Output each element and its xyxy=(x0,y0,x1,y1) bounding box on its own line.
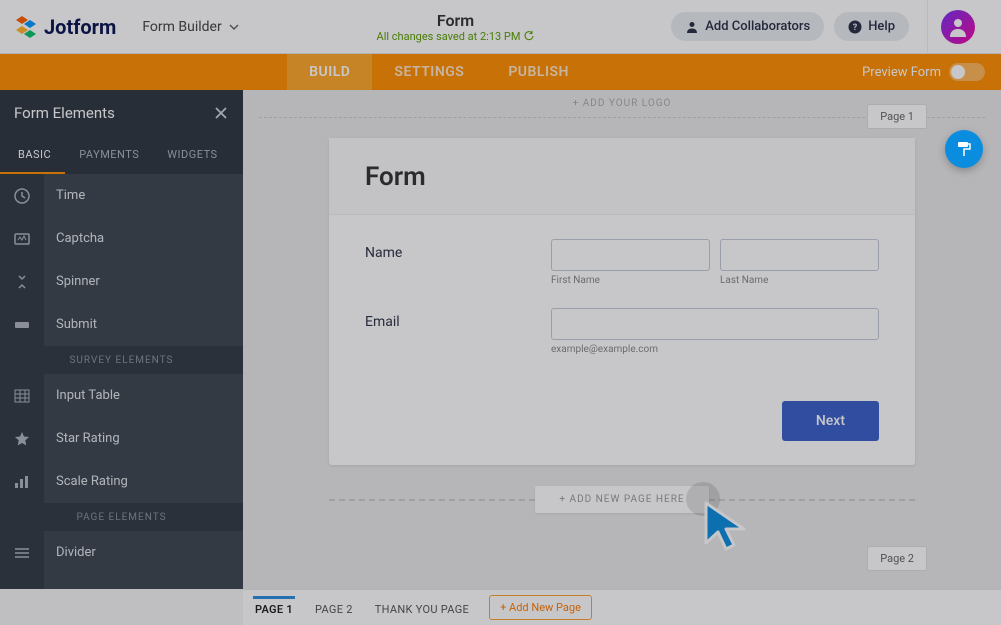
sidebar-tabs: BASIC PAYMENTS WIDGETS xyxy=(0,136,243,174)
page-navigation-bar: PAGE 1 PAGE 2 THANK YOU PAGE + Add New P… xyxy=(243,589,1001,625)
email-input[interactable] xyxy=(551,308,879,340)
avatar-wrap xyxy=(927,0,987,54)
logo[interactable]: Jotform xyxy=(14,15,116,39)
add-new-page-button[interactable]: + Add New Page xyxy=(489,595,592,620)
name-label: Name xyxy=(365,239,551,286)
preview-toggle[interactable]: Preview Form xyxy=(862,63,985,81)
page-nav-thankyou[interactable]: THANK YOU PAGE xyxy=(373,596,471,620)
element-divider[interactable]: Divider xyxy=(0,531,243,574)
table-icon xyxy=(13,387,31,405)
design-fab-button[interactable] xyxy=(945,130,983,168)
page-chip-2: Page 2 xyxy=(867,546,927,571)
email-sublabel: example@example.com xyxy=(551,344,879,355)
last-name-input[interactable] xyxy=(720,239,879,271)
element-time[interactable]: Time xyxy=(0,174,243,217)
form-canvas: + ADD YOUR LOGO Page 1 Form Name First N… xyxy=(243,90,1001,589)
button-row: Next xyxy=(329,387,915,465)
save-status: All changes saved at 2:13 PM xyxy=(377,30,535,43)
divider-icon xyxy=(13,544,31,562)
form-card[interactable]: Form Name First Name Last Name Email xyxy=(329,138,915,465)
tab-settings[interactable]: SETTINGS xyxy=(372,54,486,90)
element-captcha[interactable]: Captcha xyxy=(0,217,243,260)
person-icon xyxy=(685,20,699,34)
page-nav-2[interactable]: PAGE 2 xyxy=(313,596,355,620)
form-builder-label: Form Builder xyxy=(142,19,221,35)
captcha-icon xyxy=(13,230,31,248)
element-scale-rating[interactable]: Scale Rating xyxy=(0,460,243,503)
add-page-pill: + ADD NEW PAGE HERE xyxy=(535,486,708,513)
cursor-icon xyxy=(702,499,762,553)
logo-mark-icon xyxy=(14,16,38,38)
element-section-collapse[interactable]: Section Collapse xyxy=(0,574,243,589)
element-star-rating[interactable]: Star Rating xyxy=(0,417,243,460)
form-title: Form xyxy=(365,162,879,192)
close-icon[interactable] xyxy=(213,105,229,121)
submit-icon xyxy=(13,316,31,334)
sidebar-tab-widgets[interactable]: WIDGETS xyxy=(153,136,231,174)
element-spinner[interactable]: Spinner xyxy=(0,260,243,303)
brand-text: Jotform xyxy=(44,15,116,39)
sidebar-header: Form Elements xyxy=(0,90,243,136)
page-nav-1[interactable]: PAGE 1 xyxy=(253,596,295,620)
last-name-sublabel: Last Name xyxy=(720,275,879,286)
next-button[interactable]: Next xyxy=(782,401,879,441)
tab-build[interactable]: BUILD xyxy=(287,54,372,90)
toggle-icon xyxy=(949,63,985,81)
form-body: Name First Name Last Name Email exam xyxy=(329,215,915,387)
topbar-right: Add Collaborators ? Help xyxy=(671,0,987,54)
field-name[interactable]: Name First Name Last Name xyxy=(365,239,879,286)
help-icon: ? xyxy=(848,20,862,34)
paint-roller-icon xyxy=(955,140,973,158)
user-avatar[interactable] xyxy=(941,10,975,44)
help-button[interactable]: ? Help xyxy=(834,12,909,41)
category-survey: SURVEY ELEMENTS xyxy=(0,346,243,374)
element-submit[interactable]: Submit xyxy=(0,303,243,346)
first-name-sublabel: First Name xyxy=(551,275,710,286)
clock-icon xyxy=(13,187,31,205)
form-builder-dropdown[interactable]: Form Builder xyxy=(142,19,239,35)
add-page-dropzone[interactable]: + ADD NEW PAGE HERE xyxy=(329,479,915,519)
category-page: PAGE ELEMENTS xyxy=(0,503,243,531)
email-label: Email xyxy=(365,308,551,355)
star-icon xyxy=(13,430,31,448)
page-chip-1: Page 1 xyxy=(867,104,927,129)
refresh-icon xyxy=(524,31,534,41)
svg-text:?: ? xyxy=(853,23,858,33)
element-input-table[interactable]: Input Table xyxy=(0,374,243,417)
sidebar-title: Form Elements xyxy=(14,104,115,122)
form-header[interactable]: Form xyxy=(329,138,915,215)
elements-list: Time Captcha Spinner Submit SURVEY ELEME… xyxy=(0,174,243,589)
collapse-icon xyxy=(13,587,31,590)
avatar-icon xyxy=(946,15,970,39)
elements-sidebar: Form Elements BASIC PAYMENTS WIDGETS Tim… xyxy=(0,90,243,589)
title-area: Form All changes saved at 2:13 PM xyxy=(240,11,672,43)
sidebar-tab-basic[interactable]: BASIC xyxy=(0,136,65,174)
add-collaborators-button[interactable]: Add Collaborators xyxy=(671,12,824,41)
main-tabbar: BUILD SETTINGS PUBLISH Preview Form xyxy=(0,54,1001,90)
field-email[interactable]: Email example@example.com xyxy=(365,308,879,355)
spinner-icon xyxy=(13,273,31,291)
scale-icon xyxy=(13,473,31,491)
first-name-input[interactable] xyxy=(551,239,710,271)
sidebar-tab-payments[interactable]: PAYMENTS xyxy=(65,136,153,174)
document-title[interactable]: Form xyxy=(437,11,474,30)
topbar: Jotform Form Builder Form All changes sa… xyxy=(0,0,1001,54)
chevron-down-icon xyxy=(228,21,240,33)
tab-publish[interactable]: PUBLISH xyxy=(486,54,591,90)
